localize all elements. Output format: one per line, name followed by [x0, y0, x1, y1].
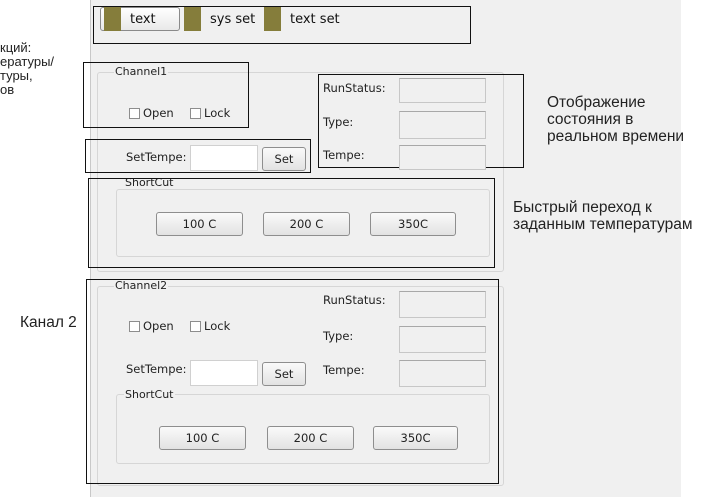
channel2-shortcut-200-button[interactable]: 200 C	[267, 426, 354, 450]
annotation-line: заданным температурам	[513, 216, 693, 233]
annotation-line: Быстрый переход к	[513, 199, 652, 216]
checkbox-box	[129, 107, 140, 119]
channel1-shortcut-100-button[interactable]: 100 C	[156, 212, 243, 236]
channel2-type-label: Type:	[323, 329, 354, 343]
checkbox-box	[129, 320, 140, 332]
channel1-set-button[interactable]: Set	[262, 147, 306, 171]
checkbox-label: Lock	[204, 106, 231, 120]
channel1-open-checkbox[interactable]: Open	[129, 106, 174, 120]
button-label: Set	[274, 152, 294, 166]
channel2-annotation: Канал 2	[20, 314, 77, 331]
channel2-type-field	[399, 326, 486, 353]
tab-label: text set	[290, 11, 340, 27]
tab-text-set[interactable]: text set	[264, 7, 340, 31]
checkbox-box	[190, 320, 201, 332]
button-label: 100 C	[182, 217, 217, 231]
annotation-line: реальном времени	[547, 128, 685, 145]
channel1-type-field	[399, 111, 486, 139]
channel2-shortcut-title: ShortCut	[124, 388, 175, 401]
channel1-type-label: Type:	[323, 115, 354, 129]
tab-sys-set[interactable]: sys set	[184, 7, 255, 31]
channel2-settempe-input[interactable]	[190, 360, 258, 386]
button-label: Set	[274, 367, 294, 381]
tab-color-icon	[184, 7, 201, 31]
annotation-line: Отображение	[547, 94, 646, 111]
channel2-shortcut-100-button[interactable]: 100 C	[159, 426, 246, 450]
left-annotation-line: ов	[0, 82, 15, 97]
status-annotation: Отображение состояния в реальном времени	[547, 94, 684, 145]
button-label: 350C	[400, 431, 431, 445]
channel1-shortcut-200-button[interactable]: 200 C	[263, 212, 350, 236]
channel1-tempe-label: Tempe:	[323, 148, 365, 162]
button-label: 200 C	[293, 431, 328, 445]
checkbox-label: Open	[143, 106, 174, 120]
left-annotation: кций: ературы/ туры, ов	[0, 41, 54, 97]
tab-color-icon	[264, 7, 281, 31]
channel2-tempe-label: Tempe:	[323, 363, 365, 377]
channel1-settempe-input[interactable]	[190, 145, 258, 171]
left-annotation-line: туры,	[0, 68, 33, 83]
channel1-lock-checkbox[interactable]: Lock	[190, 106, 230, 120]
channel2-set-button[interactable]: Set	[262, 362, 306, 386]
channel2-shortcut-350-button[interactable]: 350C	[373, 426, 458, 450]
button-label: 100 C	[185, 431, 220, 445]
annotation-line: состояния в	[547, 111, 634, 128]
checkbox-label: Open	[143, 319, 174, 333]
tab-color-icon	[104, 7, 121, 31]
channel2-settempe-label: SetTempe:	[126, 362, 187, 376]
left-annotation-line: кций:	[0, 40, 32, 55]
channel1-runstatus-label: RunStatus:	[323, 81, 386, 95]
channel2-lock-checkbox[interactable]: Lock	[190, 319, 230, 333]
channel1-tempe-field	[399, 145, 486, 170]
channel1-runstatus-field	[399, 78, 486, 103]
button-label: 200 C	[289, 217, 324, 231]
channel2-open-checkbox[interactable]: Open	[129, 319, 174, 333]
channel1-settempe-label: SetTempe:	[126, 150, 187, 164]
checkbox-box	[190, 107, 201, 119]
tab-text[interactable]: text	[100, 7, 180, 31]
left-annotation-line: ературы/	[0, 54, 55, 69]
button-label: 350C	[398, 217, 428, 231]
channel2-tempe-field	[399, 360, 486, 387]
shortcut-annotation: Быстрый переход к заданным температурам	[513, 199, 692, 233]
checkbox-label: Lock	[204, 319, 231, 333]
channel2-runstatus-label: RunStatus:	[323, 293, 386, 307]
channel1-shortcut-350-button[interactable]: 350C	[370, 212, 456, 236]
channel2-runstatus-field	[399, 291, 486, 318]
tab-label: sys set	[210, 11, 256, 27]
tab-label: text	[130, 11, 156, 27]
